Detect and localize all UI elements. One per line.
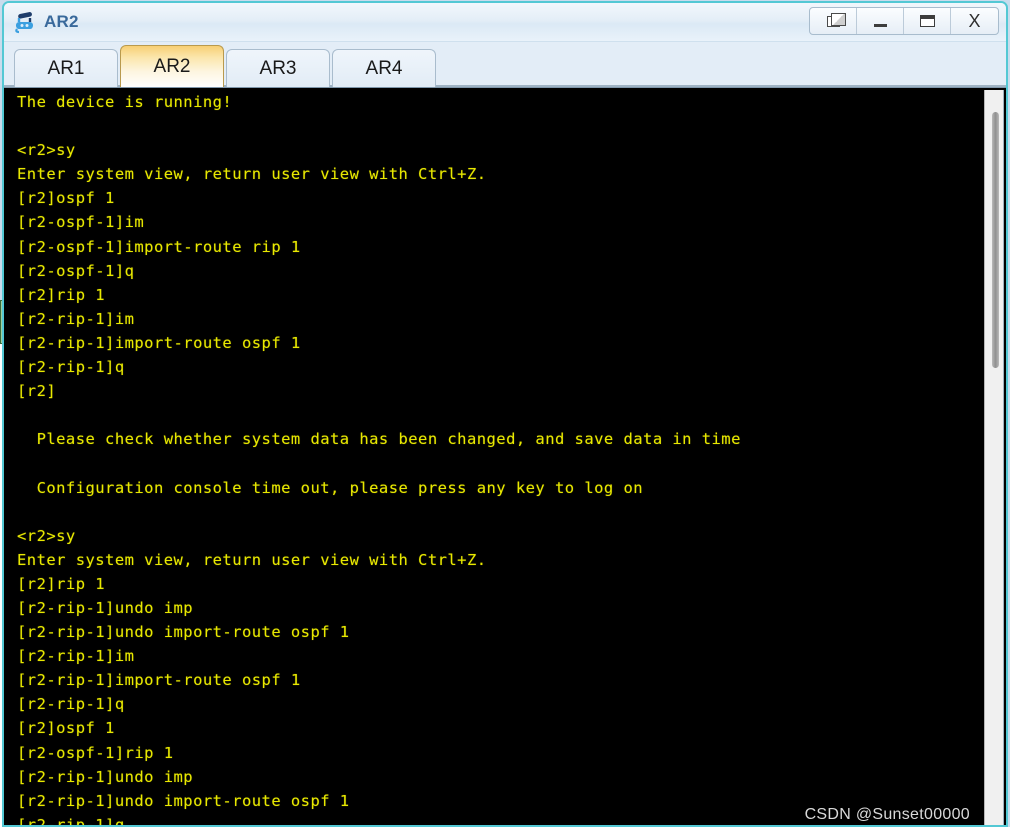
- tab-ar4[interactable]: AR4: [332, 49, 436, 87]
- tab-ar3[interactable]: AR3: [226, 49, 330, 87]
- terminal-line: Please check whether system data has bee…: [17, 430, 741, 449]
- terminal-line: The device is running!: [17, 93, 233, 111]
- tab-label: AR3: [259, 57, 297, 79]
- device-tab-strip: AR1 AR2 AR3 AR4: [4, 41, 1006, 87]
- terminal-line: [r2]: [17, 382, 57, 401]
- terminal-line: [r2-rip-1]undo imp: [17, 598, 194, 617]
- terminal-line: [r2-ospf-1]import-route rip 1: [17, 237, 301, 256]
- minimize-button[interactable]: [857, 8, 904, 34]
- scrollbar-thumb[interactable]: [992, 112, 999, 368]
- terminal-line: [r2-ospf-1]rip 1: [17, 743, 174, 762]
- terminal-console[interactable]: The device is running! <r2>sy Enter syste…: [4, 87, 1006, 827]
- restore-button[interactable]: [810, 8, 857, 34]
- window-controls: X: [809, 7, 999, 35]
- terminal-line: [r2-rip-1]undo import-route ospf 1: [17, 791, 350, 810]
- terminal-line: [r2]rip 1: [17, 574, 106, 593]
- terminal-line: [r2-rip-1]q: [17, 815, 125, 827]
- terminal-line: <r2>sy: [17, 141, 76, 160]
- maximize-icon: [919, 15, 935, 27]
- terminal-scrollbar[interactable]: [984, 90, 1004, 825]
- terminal-line: [r2]ospf 1: [17, 719, 115, 738]
- terminal-line: <r2>sy: [17, 526, 76, 545]
- close-icon: X: [968, 11, 981, 31]
- terminal-line: [r2-rip-1]import-route ospf 1: [17, 671, 301, 690]
- tab-label: AR2: [153, 55, 191, 77]
- terminal-line: Enter system view, return user view with…: [17, 165, 487, 184]
- terminal-line: [r2-ospf-1]q: [17, 261, 135, 280]
- tab-label: AR4: [365, 57, 403, 79]
- minimize-icon: [873, 24, 887, 27]
- terminal-line: [r2-rip-1]q: [17, 695, 125, 714]
- tab-label: AR1: [47, 57, 85, 79]
- terminal-output: The device is running! <r2>sy Enter syste…: [17, 90, 972, 827]
- tab-ar1[interactable]: AR1: [14, 49, 118, 87]
- tab-ar2[interactable]: AR2: [120, 45, 224, 87]
- terminal-line: [r2-rip-1]im: [17, 309, 135, 328]
- terminal-line: [r2-rip-1]import-route ospf 1: [17, 333, 301, 352]
- terminal-line: [r2]rip 1: [17, 285, 106, 304]
- restore-icon: [826, 12, 846, 27]
- router-icon: [13, 9, 39, 35]
- close-button[interactable]: X: [951, 8, 998, 34]
- terminal-line: Configuration console time out, please p…: [17, 478, 644, 497]
- title-bar[interactable]: AR2 X: [4, 3, 1006, 41]
- terminal-line: [r2-rip-1]undo import-route ospf 1: [17, 623, 350, 642]
- maximize-button[interactable]: [904, 8, 951, 34]
- terminal-line: Enter system view, return user view with…: [17, 550, 487, 569]
- terminal-line: [r2]ospf 1: [17, 189, 115, 208]
- terminal-line: [r2-rip-1]q: [17, 358, 125, 377]
- terminal-line: [r2-rip-1]im: [17, 647, 135, 666]
- terminal-line: [r2-ospf-1]im: [17, 213, 145, 232]
- window-title: AR2: [44, 12, 79, 31]
- router-console-window: AR2 X AR1 AR2 AR3 AR4 The device is runn…: [2, 1, 1008, 827]
- terminal-line: [r2-rip-1]undo imp: [17, 767, 194, 786]
